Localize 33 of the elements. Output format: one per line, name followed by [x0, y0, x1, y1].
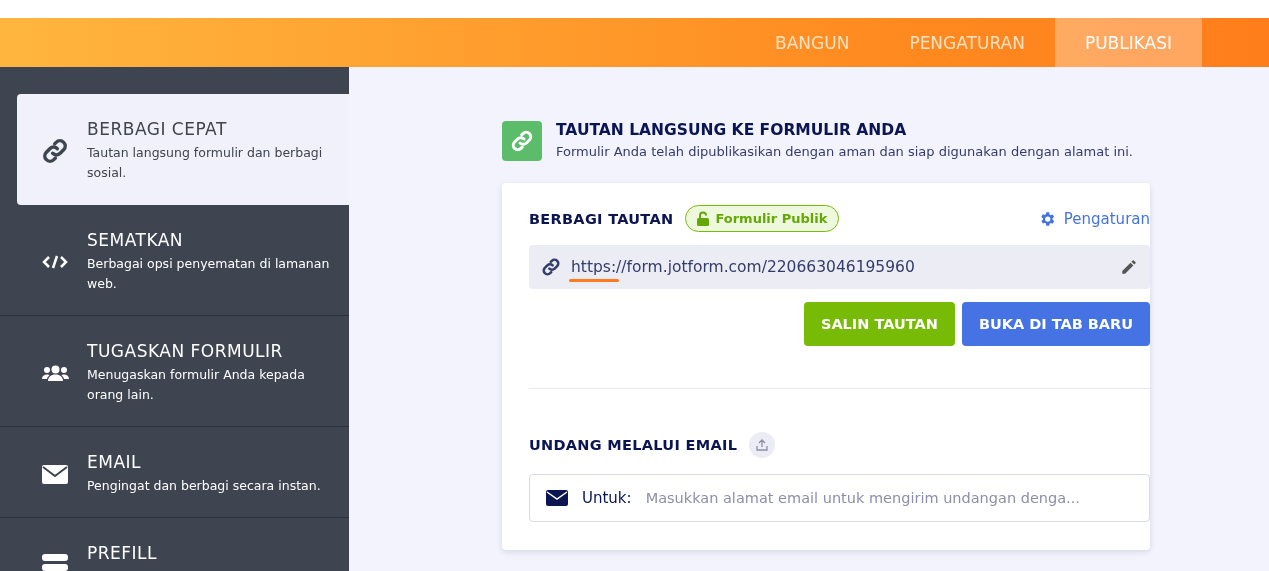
item-title: PREFILL [87, 543, 158, 563]
item-title: EMAIL [87, 452, 143, 472]
mail-icon [42, 464, 68, 484]
invite-title: UNDANG MELALUI EMAIL [529, 437, 738, 453]
share-title: BERBAGI TAUTAN [529, 210, 674, 227]
settings-link[interactable]: Pengaturan [1037, 209, 1150, 228]
item-title: BERBAGI CEPAT [87, 119, 228, 139]
link-icon [41, 137, 69, 165]
unlock-icon [697, 211, 710, 226]
list-icon [42, 554, 68, 571]
mail-icon [546, 490, 568, 506]
code-icon [42, 255, 68, 269]
section-title: TAUTAN LANGSUNG KE FORMULIR ANDA [556, 121, 908, 139]
item-description: Menugaskan formulir Anda kepada orang lain. [87, 366, 306, 404]
pencil-icon[interactable] [1120, 258, 1138, 276]
email-field[interactable]: Untuk: Masukkan alamat email untuk mengirim undangan denga... [529, 474, 1150, 522]
item-title: TUGASKAN FORMULIR [87, 341, 284, 361]
badge-label: Formulir Publik [715, 211, 828, 226]
underline-mark [569, 279, 619, 282]
upload-icon [756, 439, 769, 451]
url-input[interactable]: https://form.jotform.com/220663046195960 [571, 258, 1110, 276]
item-description: Berbagai opsi penyematan di lamanan web. [87, 255, 331, 293]
item-description: Pengingat dan berbagi secara instan. [87, 477, 321, 495]
item-title: SEMATKAN [87, 230, 185, 250]
users-icon [41, 365, 69, 381]
section-subtitle: Formulir Anda telah dipublikasikan dengan aman dan siap digunakan dengan alamat ini. [556, 144, 1133, 159]
link-icon [510, 129, 534, 153]
item-description: Tautan langsung formulir dan berbagi sosial. [87, 144, 324, 182]
to-label: Untuk: [582, 489, 632, 507]
url-field[interactable]: https://form.jotform.com/220663046195960 [529, 245, 1150, 289]
link-icon [541, 257, 561, 277]
open-tab-button[interactable]: BUKA DI TAB BARU [961, 302, 1150, 346]
sidebar-item[interactable]: BERBAGI CEPAT Tautan langsung formulir dan berbagi sosial. [17, 94, 349, 205]
